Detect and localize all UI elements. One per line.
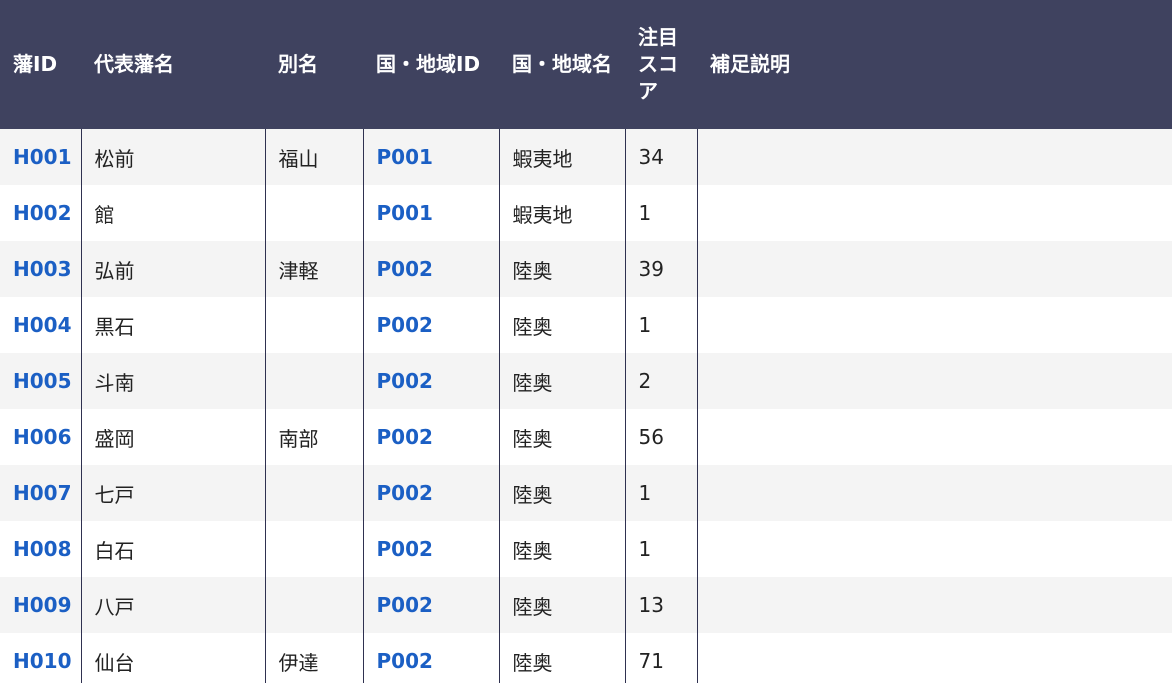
han-id-link[interactable]: H001: [13, 145, 72, 169]
score-cell: 13: [625, 577, 698, 633]
score-cell: 71: [625, 633, 698, 683]
table-row: H010 仙台 伊達 P002 陸奥 71: [0, 633, 1172, 683]
province-name-cell: 蝦夷地: [499, 185, 626, 241]
han-name-cell: 七戸: [81, 465, 266, 521]
header-score[interactable]: 注目スコア: [625, 0, 697, 129]
score-cell: 39: [625, 241, 698, 297]
table-body: H001 松前 福山 P001 蝦夷地 34 H002 館 P001 蝦夷地 1…: [0, 129, 1172, 683]
han-name-cell: 白石: [81, 521, 266, 577]
han-name-cell: 斗南: [81, 353, 266, 409]
note-cell: [697, 185, 1172, 241]
header-note[interactable]: 補足説明: [697, 0, 1172, 129]
note-cell: [697, 129, 1172, 185]
score-cell: 1: [625, 297, 698, 353]
score-cell: 2: [625, 353, 698, 409]
han-id-link[interactable]: H008: [13, 537, 72, 561]
score-cell: 1: [625, 521, 698, 577]
note-cell: [697, 409, 1172, 465]
header-province-id[interactable]: 国・地域ID: [363, 0, 499, 129]
province-id-link[interactable]: P002: [377, 649, 433, 673]
han-id-link[interactable]: H010: [13, 649, 72, 673]
alias-cell: [265, 465, 364, 521]
alias-cell: [265, 353, 364, 409]
alias-cell: [265, 577, 364, 633]
header-han-id[interactable]: 藩ID: [0, 0, 81, 129]
table-header: 藩ID 代表藩名 別名 国・地域ID 国・地域名 注目スコア 補足説明: [0, 0, 1172, 129]
alias-cell: [265, 185, 364, 241]
han-name-cell: 弘前: [81, 241, 266, 297]
han-id-link[interactable]: H002: [13, 201, 72, 225]
han-name-cell: 松前: [81, 129, 266, 185]
province-name-cell: 陸奥: [499, 577, 626, 633]
province-id-link[interactable]: P002: [377, 481, 433, 505]
province-id-link[interactable]: P002: [377, 369, 433, 393]
header-name[interactable]: 代表藩名: [81, 0, 265, 129]
table-row: H007 七戸 P002 陸奥 1: [0, 465, 1172, 521]
han-id-link[interactable]: H006: [13, 425, 72, 449]
score-cell: 34: [625, 129, 698, 185]
alias-cell: 津軽: [265, 241, 364, 297]
han-id-link[interactable]: H009: [13, 593, 72, 617]
alias-cell: [265, 521, 364, 577]
han-name-cell: 仙台: [81, 633, 266, 683]
province-id-link[interactable]: P002: [377, 593, 433, 617]
table-row: H001 松前 福山 P001 蝦夷地 34: [0, 129, 1172, 185]
table-row: H006 盛岡 南部 P002 陸奥 56: [0, 409, 1172, 465]
table-row: H003 弘前 津軽 P002 陸奥 39: [0, 241, 1172, 297]
score-cell: 1: [625, 185, 698, 241]
han-id-link[interactable]: H004: [13, 313, 72, 337]
han-name-cell: 黒石: [81, 297, 266, 353]
header-province-name[interactable]: 国・地域名: [499, 0, 625, 129]
province-name-cell: 陸奥: [499, 521, 626, 577]
han-name-cell: 八戸: [81, 577, 266, 633]
header-alias[interactable]: 別名: [265, 0, 363, 129]
province-name-cell: 陸奥: [499, 465, 626, 521]
province-name-cell: 蝦夷地: [499, 129, 626, 185]
score-cell: 1: [625, 465, 698, 521]
province-id-link[interactable]: P002: [377, 425, 433, 449]
score-cell: 56: [625, 409, 698, 465]
table-row: H004 黒石 P002 陸奥 1: [0, 297, 1172, 353]
alias-cell: 伊達: [265, 633, 364, 683]
province-id-link[interactable]: P002: [377, 313, 433, 337]
province-name-cell: 陸奥: [499, 241, 626, 297]
han-name-cell: 館: [81, 185, 266, 241]
province-id-link[interactable]: P002: [377, 537, 433, 561]
note-cell: [697, 633, 1172, 683]
header-row: 藩ID 代表藩名 別名 国・地域ID 国・地域名 注目スコア 補足説明: [0, 0, 1172, 129]
province-name-cell: 陸奥: [499, 353, 626, 409]
alias-cell: 南部: [265, 409, 364, 465]
province-id-link[interactable]: P002: [377, 257, 433, 281]
note-cell: [697, 465, 1172, 521]
han-id-link[interactable]: H007: [13, 481, 72, 505]
table-row: H009 八戸 P002 陸奥 13: [0, 577, 1172, 633]
province-name-cell: 陸奥: [499, 297, 626, 353]
note-cell: [697, 521, 1172, 577]
province-name-cell: 陸奥: [499, 409, 626, 465]
han-table: 藩ID 代表藩名 別名 国・地域ID 国・地域名 注目スコア 補足説明 H001…: [0, 0, 1172, 683]
note-cell: [697, 353, 1172, 409]
note-cell: [697, 241, 1172, 297]
province-id-link[interactable]: P001: [377, 145, 433, 169]
alias-cell: [265, 297, 364, 353]
han-id-link[interactable]: H003: [13, 257, 72, 281]
province-name-cell: 陸奥: [499, 633, 626, 683]
note-cell: [697, 297, 1172, 353]
han-name-cell: 盛岡: [81, 409, 266, 465]
table-row: H005 斗南 P002 陸奥 2: [0, 353, 1172, 409]
province-id-link[interactable]: P001: [377, 201, 433, 225]
table-row: H008 白石 P002 陸奥 1: [0, 521, 1172, 577]
alias-cell: 福山: [265, 129, 364, 185]
note-cell: [697, 577, 1172, 633]
table-row: H002 館 P001 蝦夷地 1: [0, 185, 1172, 241]
han-id-link[interactable]: H005: [13, 369, 72, 393]
